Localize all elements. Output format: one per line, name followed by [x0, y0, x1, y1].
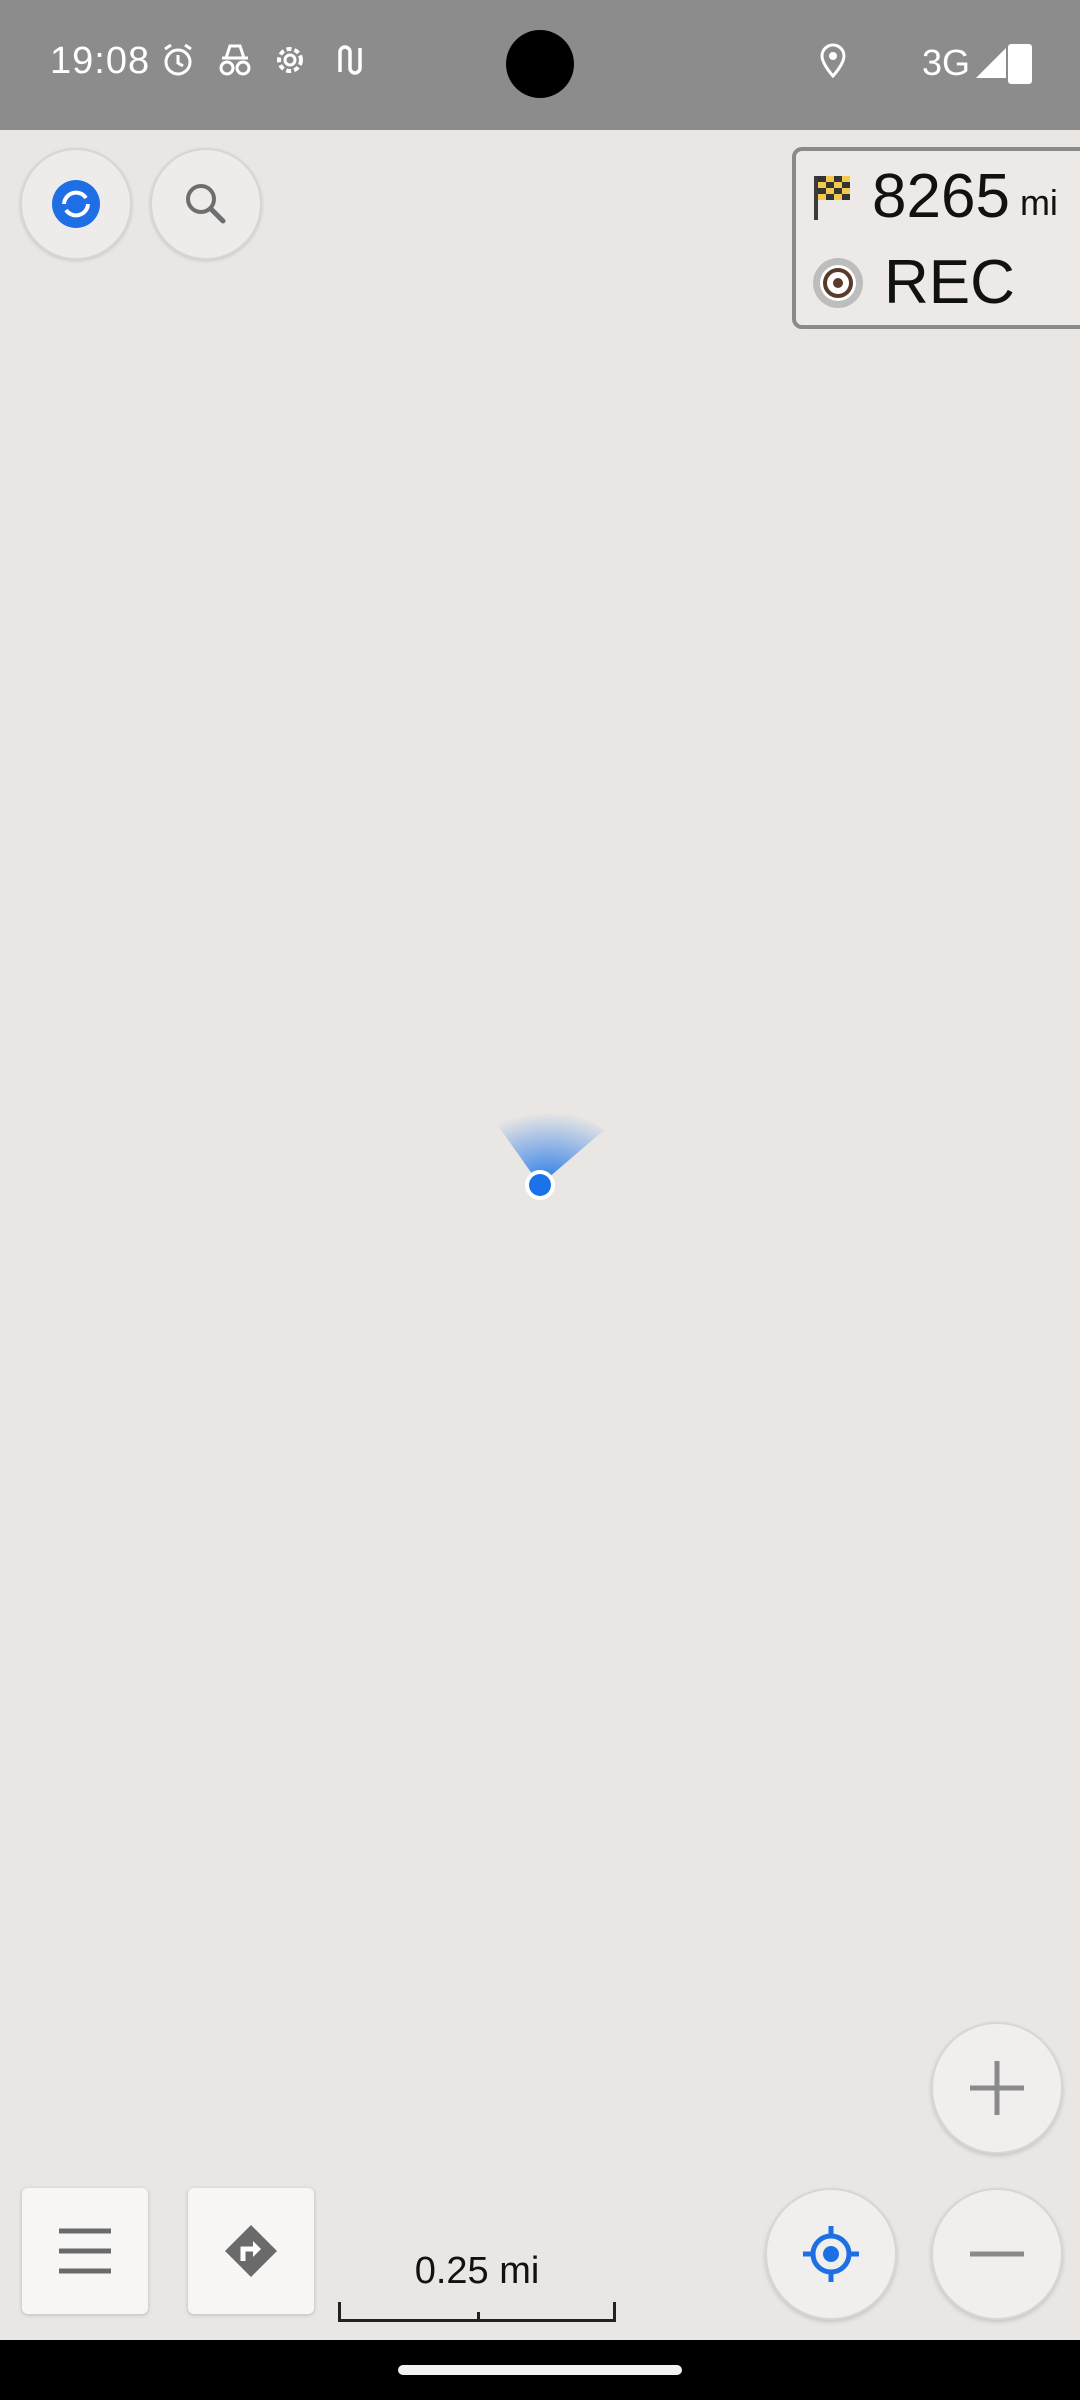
- directions-button[interactable]: [188, 2188, 314, 2314]
- map-view[interactable]: [0, 130, 1080, 2340]
- distance-row[interactable]: 8265 mi: [810, 161, 1058, 232]
- front-camera-cutout: [506, 30, 574, 98]
- crosshair-location-icon: [803, 2226, 859, 2282]
- signal-icon: [976, 48, 1006, 78]
- minus-icon: [970, 2251, 1024, 2257]
- menu-button[interactable]: [22, 2188, 148, 2314]
- distance-value: 8265: [872, 162, 1010, 231]
- search-icon: [186, 184, 226, 224]
- battery-charging-icon: [1008, 44, 1032, 84]
- plus-icon: [970, 2061, 1024, 2115]
- current-location-marker: [494, 1104, 604, 1200]
- scale-bar: [338, 2299, 616, 2322]
- directions-turn-icon: [225, 2225, 277, 2277]
- route-icon: [334, 42, 364, 84]
- location-icon: [818, 42, 848, 84]
- settings-gear-icon: [272, 42, 308, 84]
- network-type: 3G: [921, 42, 970, 83]
- search-button[interactable]: [150, 148, 262, 260]
- map-scale: 0.25 mi: [334, 2250, 620, 2322]
- trip-info-panel[interactable]: 8265 mi REC: [792, 147, 1080, 329]
- my-location-button[interactable]: [765, 2188, 897, 2320]
- zoom-out-button[interactable]: [931, 2188, 1063, 2320]
- hamburger-menu-icon: [59, 2228, 111, 2274]
- incognito-icon: [216, 42, 254, 84]
- home-gesture-handle[interactable]: [398, 2365, 682, 2375]
- status-time: 19:08: [50, 40, 151, 82]
- zoom-in-button[interactable]: [931, 2022, 1063, 2154]
- alarm-icon: [160, 42, 196, 84]
- rec-row[interactable]: REC: [810, 247, 1015, 318]
- scale-label: 0.25 mi: [414, 2250, 540, 2292]
- map-source-button[interactable]: [20, 148, 132, 260]
- globe-refresh-icon: [52, 180, 100, 228]
- checkered-flag-icon: [814, 175, 850, 220]
- rec-label: REC: [884, 248, 1015, 317]
- record-target-icon: [813, 257, 863, 308]
- status-bar: 19:08 3G: [0, 0, 1080, 130]
- distance-unit: mi: [1019, 182, 1058, 223]
